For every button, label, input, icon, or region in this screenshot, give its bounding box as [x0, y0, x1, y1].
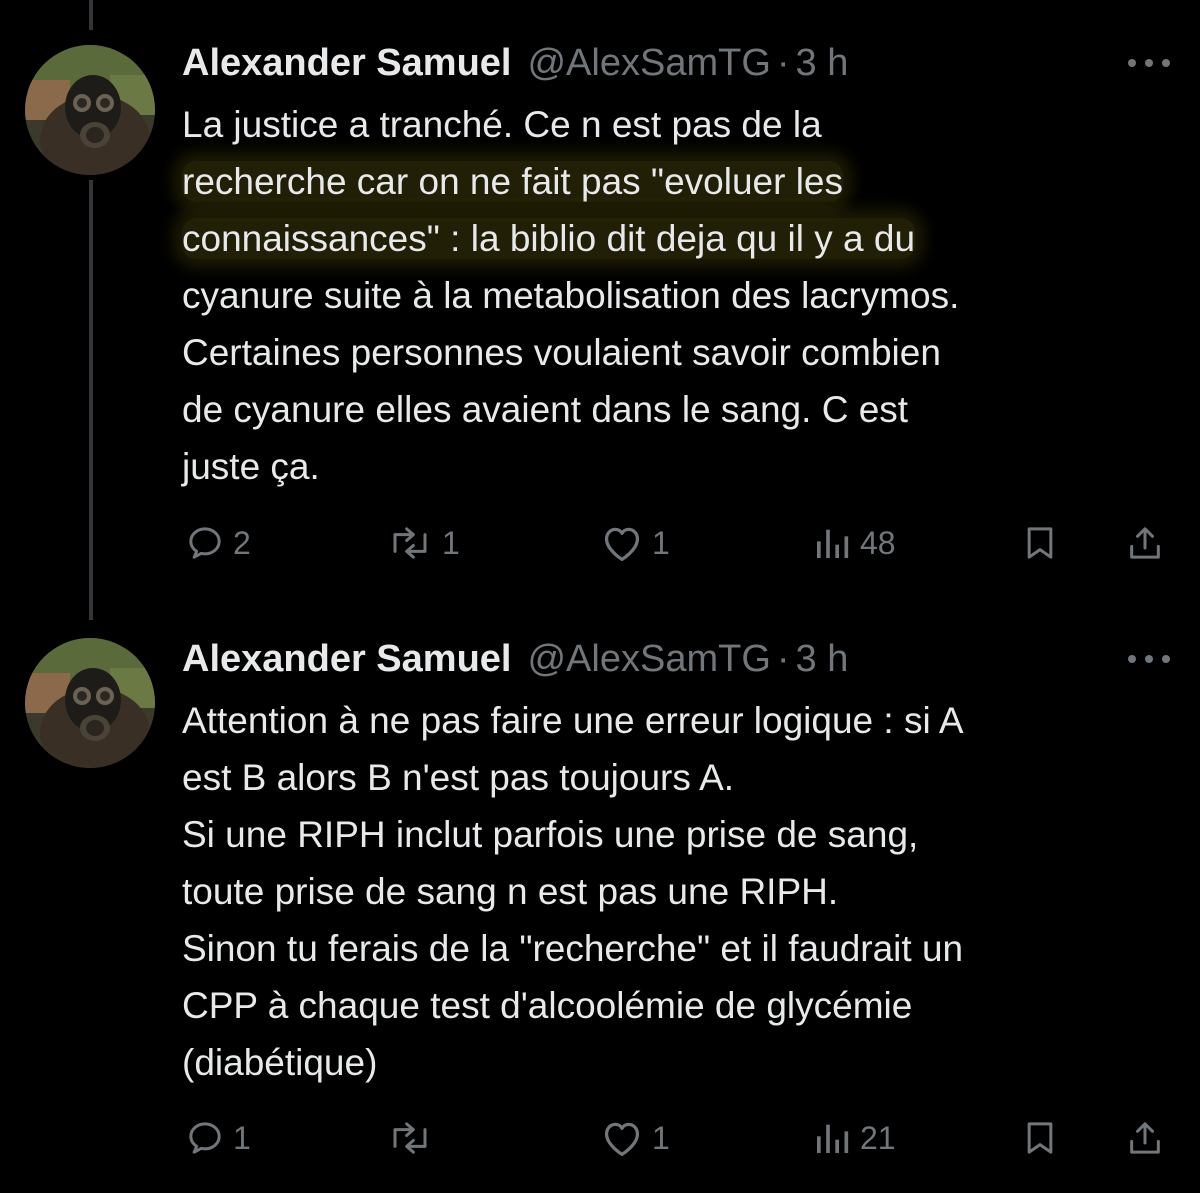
tweet-text-line: Certaines personnes voulaient savoir com…	[182, 332, 941, 373]
separator-dot: ·	[776, 638, 790, 680]
like-button[interactable]: 1	[600, 519, 670, 567]
tweet-header: Alexander Samuel @AlexSamTG · 3 h	[182, 634, 848, 684]
tweet-text-line: La justice a tranché. Ce n est pas de la	[182, 104, 822, 145]
share-button[interactable]	[1125, 1114, 1165, 1162]
highlighted-text: recherche car on ne fait pas "evoluer le…	[182, 161, 843, 202]
tweet-actions: 2 1 1 48	[0, 519, 1200, 567]
reply-button[interactable]: 2	[185, 519, 251, 567]
tweet-text-line: Sinon tu ferais de la "recherche" et il …	[182, 928, 964, 969]
like-count: 1	[652, 1119, 670, 1156]
author-name[interactable]: Alexander Samuel	[182, 38, 511, 88]
views-button[interactable]: 48	[812, 519, 896, 567]
highlighted-text: connaissances" : la biblio dit deja qu i…	[182, 218, 916, 259]
bookmark-button[interactable]	[1020, 519, 1060, 567]
heart-icon	[604, 1122, 640, 1156]
tweet-text-line: juste ça.	[182, 446, 320, 487]
highlighted-line-wrapper: recherche car on ne fait pas "evoluer le…	[182, 153, 1172, 210]
retweet-button[interactable]: 1	[386, 519, 460, 567]
bookmark-icon	[1027, 1122, 1053, 1154]
bookmark-icon	[1027, 527, 1053, 559]
tweet-text-line: est B alors B n'est pas toujours A.	[182, 757, 735, 798]
avatar-image	[25, 45, 155, 175]
tweet-text-line: CPP à chaque test d'alcoolémie de glycém…	[182, 985, 913, 1026]
reply-count: 2	[233, 524, 251, 561]
tweet-text-line: toute prise de sang n est pas une RIPH.	[182, 871, 839, 912]
views-icon	[817, 529, 849, 558]
separator-dot: ·	[776, 42, 790, 84]
views-count: 48	[860, 524, 896, 561]
timestamp[interactable]: 3 h	[796, 38, 849, 88]
reply-button[interactable]: 1	[185, 1114, 251, 1162]
heart-icon	[604, 527, 640, 561]
reply-count: 1	[233, 1119, 251, 1156]
avatar[interactable]	[25, 45, 155, 175]
tweet[interactable]: Alexander Samuel @AlexSamTG · 3 h Attent…	[0, 600, 1200, 1193]
views-icon	[817, 1124, 849, 1153]
tweet-text-line: (diabétique)	[182, 1042, 378, 1083]
retweet-icon	[393, 527, 427, 559]
like-button[interactable]: 1	[600, 1114, 670, 1162]
retweet-button[interactable]	[386, 1114, 442, 1162]
tweet-text: La justice a tranché. Ce n est pas de la…	[182, 96, 1172, 495]
tweet-text-line: Si une RIPH inclut parfois une prise de …	[182, 814, 919, 855]
views-count: 21	[860, 1119, 896, 1156]
author-name[interactable]: Alexander Samuel	[182, 634, 511, 684]
author-handle[interactable]: @AlexSamTG	[527, 38, 770, 88]
retweet-count: 1	[442, 524, 460, 561]
tweet-text: Attention à ne pas faire une erreur logi…	[182, 692, 1172, 1091]
tweet-header: Alexander Samuel @AlexSamTG · 3 h	[182, 38, 848, 88]
bookmark-button[interactable]	[1020, 1114, 1060, 1162]
more-icon[interactable]	[1128, 649, 1170, 669]
avatar-image	[25, 638, 155, 768]
avatar[interactable]	[25, 638, 155, 768]
reply-icon	[189, 527, 221, 559]
highlighted-line-wrapper: connaissances" : la biblio dit deja qu i…	[182, 210, 1172, 267]
author-handle[interactable]: @AlexSamTG	[527, 634, 770, 684]
views-button[interactable]: 21	[812, 1114, 896, 1162]
reply-icon	[189, 1122, 221, 1154]
like-count: 1	[652, 524, 670, 561]
tweet-text-line: Attention à ne pas faire une erreur logi…	[182, 700, 964, 741]
retweet-icon	[393, 1122, 427, 1154]
timestamp[interactable]: 3 h	[796, 634, 849, 684]
tweet[interactable]: Alexander Samuel @AlexSamTG · 3 h La jus…	[0, 0, 1200, 600]
share-icon	[1130, 527, 1160, 559]
share-button[interactable]	[1125, 519, 1165, 567]
tweet-actions: 1 1 21	[0, 1114, 1200, 1162]
tweet-text-line: cyanure suite à la metabolisation des la…	[182, 275, 960, 316]
more-icon[interactable]	[1128, 53, 1170, 73]
tweet-text-line: de cyanure elles avaient dans le sang. C…	[182, 389, 909, 430]
share-icon	[1130, 1122, 1160, 1154]
